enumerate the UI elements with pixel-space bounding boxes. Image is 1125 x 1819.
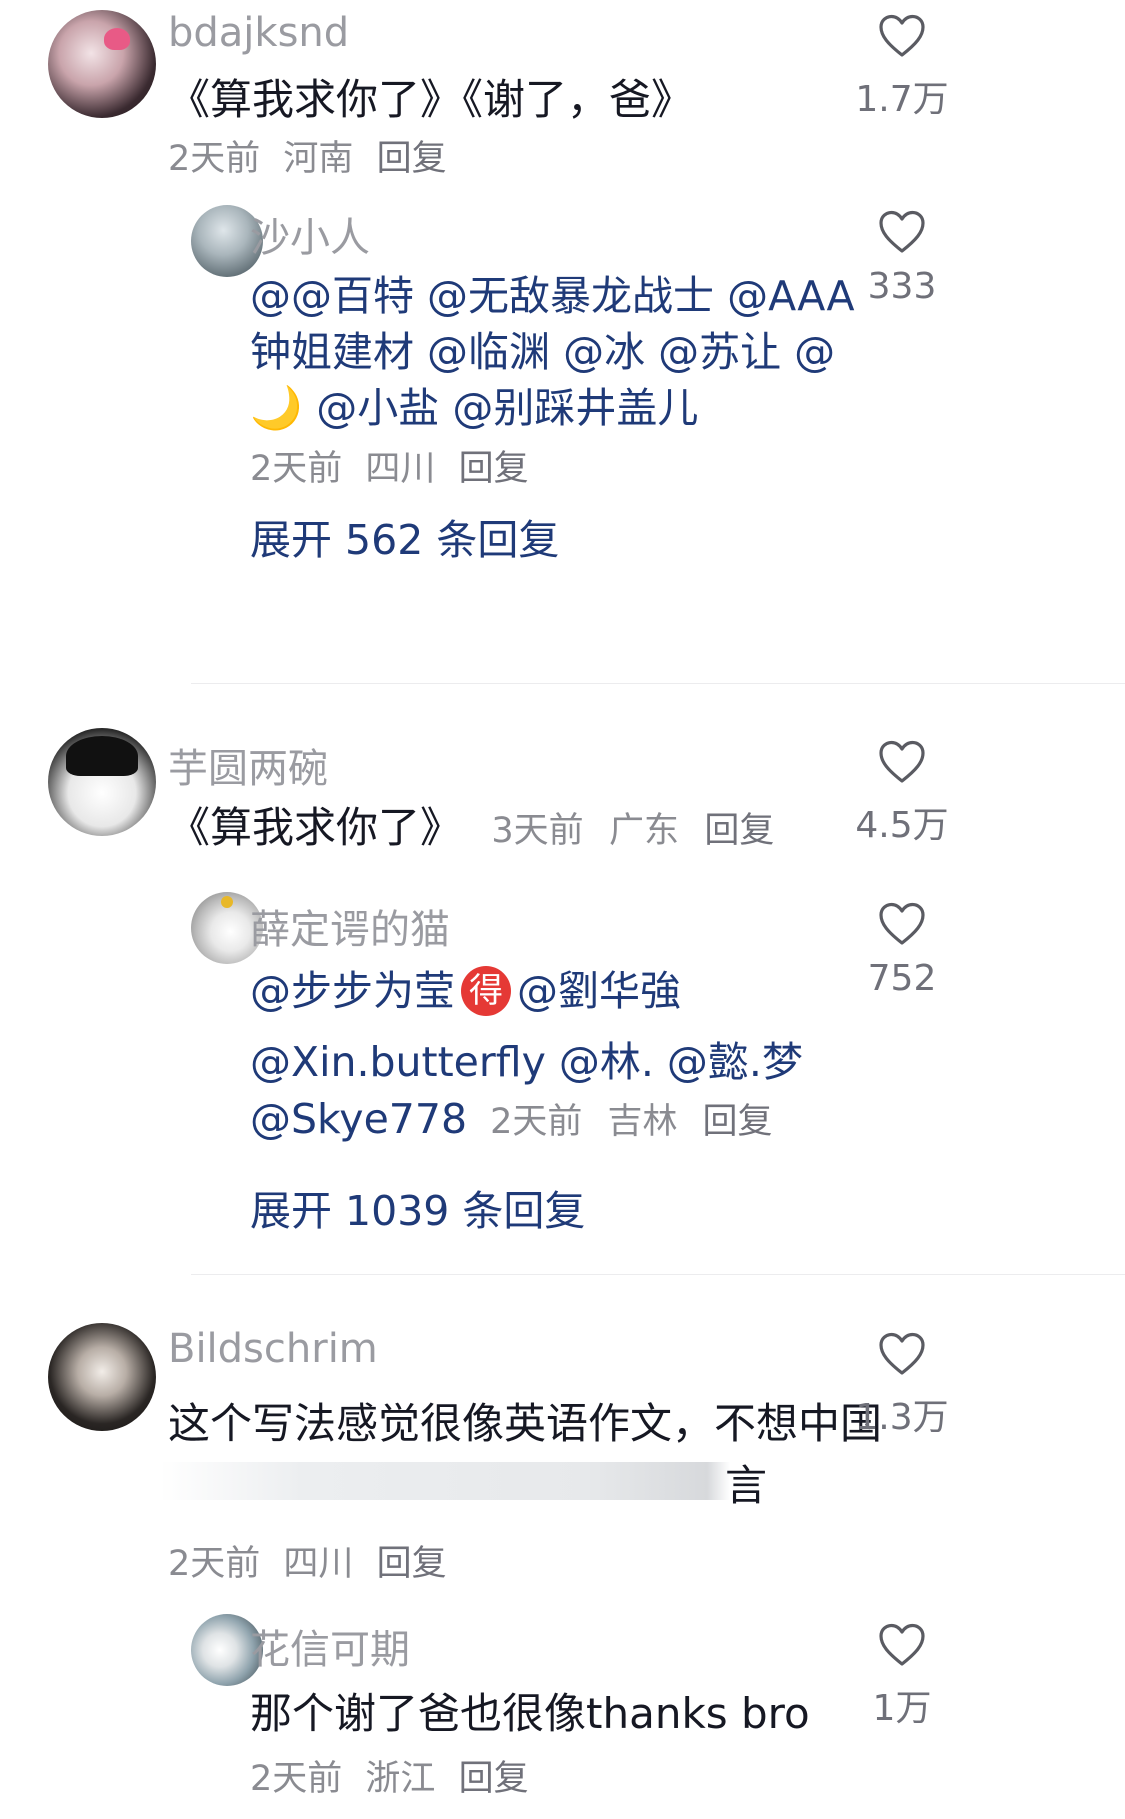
comment-text: 这个写法感觉很像英语作文，不想中国 bbox=[168, 1399, 883, 1448]
mention-line[interactable]: @Skye778 2天前 吉林 回复 bbox=[250, 1093, 773, 1144]
avatar[interactable] bbox=[48, 728, 156, 836]
hair-shape bbox=[66, 736, 138, 776]
expand-replies-button[interactable]: 展开 562 条回复 bbox=[250, 506, 559, 566]
username[interactable]: Bildschrim bbox=[168, 1326, 378, 1372]
redacted-text-overlay bbox=[160, 1462, 730, 1500]
comment-location: 四川 bbox=[365, 449, 436, 489]
mention-line[interactable]: @Xin.butterfly @林. @懿.梦 bbox=[250, 1028, 803, 1088]
comment-time: 2天前 bbox=[168, 1544, 261, 1584]
comment-text-tail: 言 bbox=[725, 1461, 768, 1510]
de-badge-icon: 得 bbox=[461, 966, 511, 1016]
username[interactable]: 芋圆两碗 bbox=[168, 736, 328, 794]
avatar[interactable] bbox=[48, 1323, 156, 1431]
mention-text[interactable]: @步步为莹 bbox=[250, 967, 455, 1015]
comment-time: 2天前 bbox=[250, 449, 343, 489]
comment-location: 浙江 bbox=[365, 1759, 436, 1799]
reply-button[interactable]: 回复 bbox=[703, 1102, 773, 1142]
heart-outline-icon bbox=[879, 14, 925, 57]
heart-outline-icon bbox=[879, 740, 925, 783]
heart-sticker-icon bbox=[104, 28, 130, 50]
mention-line[interactable]: 钟姐建材 @临渊 @冰 @苏让 @ bbox=[250, 318, 835, 378]
mention-line[interactable]: @步步为莹得 @劉华強 bbox=[250, 957, 681, 1022]
avatar[interactable] bbox=[48, 10, 156, 118]
crown-icon bbox=[221, 896, 233, 908]
comment-meta: 2天前 河南 回复 bbox=[168, 130, 447, 181]
username[interactable]: 花信可期 bbox=[250, 1617, 410, 1675]
comment-location: 广东 bbox=[609, 811, 680, 851]
like-count: 1万 bbox=[872, 1688, 932, 1729]
comment-location: 四川 bbox=[283, 1544, 354, 1584]
divider bbox=[191, 1274, 1125, 1275]
comment-time: 2天前 bbox=[490, 1102, 583, 1142]
mention-text[interactable]: @劉华強 bbox=[517, 967, 681, 1015]
reply-button[interactable]: 回复 bbox=[459, 1759, 529, 1799]
comment-text: 那个谢了爸也很像thanks bro bbox=[250, 1689, 810, 1738]
heart-outline-icon bbox=[879, 902, 925, 945]
comment-body: 《算我求你了》 bbox=[168, 803, 463, 852]
comment-meta: 2天前 浙江 回复 bbox=[250, 1750, 529, 1801]
heart-outline-icon bbox=[879, 1623, 925, 1666]
like-count: 1.3万 bbox=[855, 1397, 949, 1438]
like-button[interactable]: 752 bbox=[827, 902, 977, 999]
comment-time: 2天前 bbox=[168, 139, 261, 179]
username[interactable]: 薛定谔的猫 bbox=[250, 897, 450, 955]
like-button[interactable]: 333 bbox=[827, 210, 977, 307]
like-count: 1.7万 bbox=[855, 79, 949, 120]
moon-icon: 🌙 bbox=[250, 383, 303, 432]
username[interactable]: 沙小人 bbox=[250, 205, 370, 263]
comment-meta: 2天前 四川 回复 bbox=[168, 1535, 447, 1586]
mention-line[interactable]: 🌙 @小盐 @别踩井盖儿 bbox=[250, 374, 698, 434]
like-button[interactable]: 1.7万 bbox=[827, 14, 977, 122]
like-button[interactable]: 4.5万 bbox=[827, 740, 977, 848]
reply-button[interactable]: 回复 bbox=[459, 449, 529, 489]
like-count: 333 bbox=[867, 266, 937, 307]
comment-text: 《算我求你了》《谢了，爸》 bbox=[168, 75, 694, 124]
reply-button[interactable]: 回复 bbox=[377, 139, 447, 179]
divider bbox=[191, 683, 1125, 684]
reply-button[interactable]: 回复 bbox=[704, 811, 774, 851]
comment-meta: 2天前 四川 回复 bbox=[250, 440, 529, 491]
mention-text[interactable]: @Skye778 bbox=[250, 1095, 467, 1143]
like-button[interactable]: 1万 bbox=[827, 1623, 977, 1731]
expand-replies-button[interactable]: 展开 1039 条回复 bbox=[250, 1177, 585, 1237]
mention-text[interactable]: @小盐 @别踩井盖儿 bbox=[316, 384, 698, 432]
like-button[interactable]: 1.3万 bbox=[827, 1332, 977, 1440]
mention-line[interactable]: @@百特 @无敌暴龙战士 @AAA bbox=[250, 262, 855, 322]
comment-text: 《算我求你了》 3天前 广东 回复 bbox=[168, 794, 774, 855]
reply-button[interactable]: 回复 bbox=[377, 1544, 447, 1584]
username[interactable]: bdajksnd bbox=[168, 10, 349, 56]
heart-outline-icon bbox=[879, 210, 925, 253]
heart-outline-icon bbox=[879, 1332, 925, 1375]
comment-time: 2天前 bbox=[250, 1759, 343, 1799]
comment-time: 3天前 bbox=[491, 811, 584, 851]
like-count: 4.5万 bbox=[855, 805, 949, 846]
comment-location: 河南 bbox=[283, 139, 354, 179]
like-count: 752 bbox=[867, 958, 937, 999]
comment-location: 吉林 bbox=[607, 1102, 678, 1142]
